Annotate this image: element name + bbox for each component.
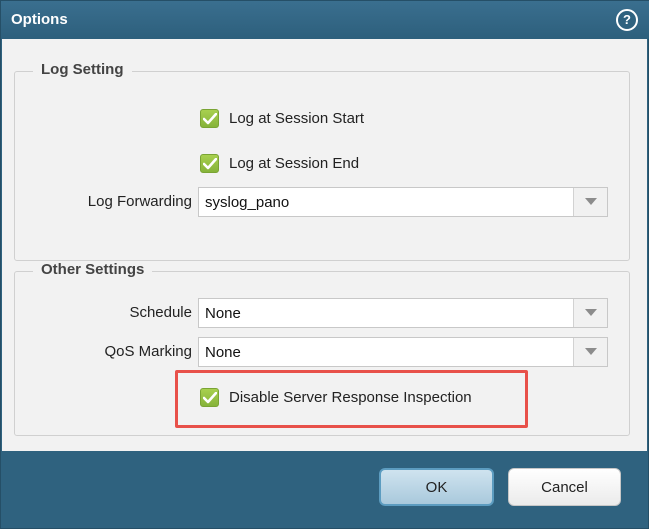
log-forwarding-value: syslog_pano: [205, 193, 290, 211]
dialog-title: Options: [11, 11, 68, 28]
cancel-button[interactable]: Cancel: [508, 468, 621, 506]
log-session-start-checkbox[interactable]: [200, 109, 219, 128]
log-session-end-label: Log at Session End: [229, 155, 360, 172]
log-setting-legend: Log Setting: [33, 61, 132, 78]
schedule-label: Schedule: [129, 304, 192, 321]
chevron-down-icon[interactable]: [573, 299, 607, 327]
schedule-select[interactable]: None: [198, 298, 608, 328]
help-icon[interactable]: ?: [616, 9, 638, 31]
log-session-start-label: Log at Session Start: [229, 110, 365, 127]
log-session-end-row[interactable]: Log at Session End: [200, 154, 359, 173]
chevron-down-icon[interactable]: [573, 188, 607, 216]
dialog-titlebar[interactable]: Options ?: [1, 1, 649, 39]
log-session-end-checkbox[interactable]: [200, 154, 219, 173]
log-forwarding-label: Log Forwarding: [87, 193, 192, 210]
schedule-value: None: [205, 304, 241, 322]
ok-button[interactable]: OK: [379, 468, 494, 506]
qos-marking-value: None: [205, 343, 241, 361]
chevron-down-icon[interactable]: [573, 338, 607, 366]
log-session-start-row[interactable]: Log at Session Start: [200, 109, 364, 128]
highlight-annotation: [175, 370, 528, 428]
qos-marking-select[interactable]: None: [198, 337, 608, 367]
qos-marking-label: QoS Marking: [104, 343, 192, 360]
options-dialog: Options ? Log Setting Log at Session Sta…: [0, 0, 649, 529]
other-settings-legend: Other Settings: [33, 261, 153, 278]
log-forwarding-select[interactable]: syslog_pano: [198, 187, 608, 217]
